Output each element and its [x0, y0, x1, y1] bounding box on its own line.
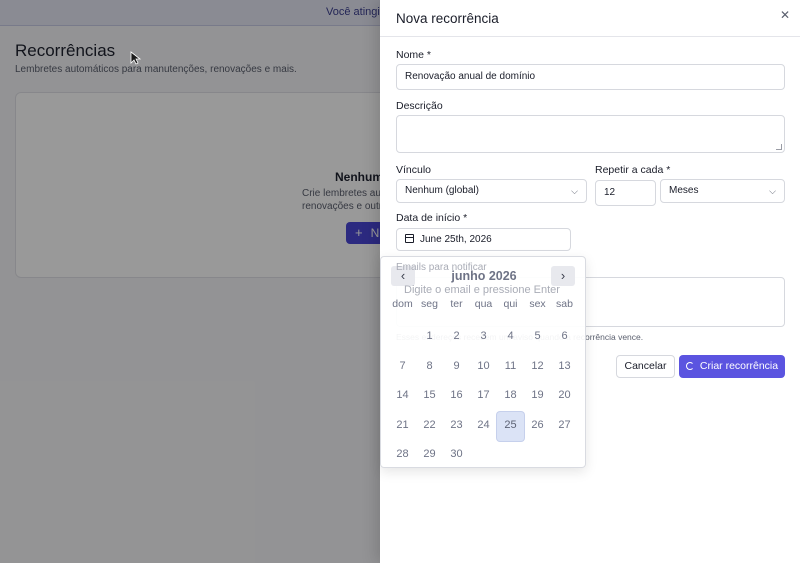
weekday-label: qua — [474, 298, 493, 310]
calendar-icon — [405, 234, 414, 243]
calendar-day[interactable]: 24 — [470, 412, 497, 442]
calendar-day[interactable]: 20 — [551, 382, 578, 412]
calendar-day[interactable]: 28 — [389, 441, 416, 471]
calendar-grid: dom seg ter qua qui sex sab 1 2 3 4 5 6 … — [389, 297, 578, 471]
calendar-day[interactable]: 4 — [497, 323, 524, 353]
calendar-day[interactable]: 13 — [551, 353, 578, 383]
emails-placeholder: Digite o email e pressione Enter — [404, 284, 560, 296]
calendar-day — [551, 441, 578, 471]
calendar-day — [389, 323, 416, 353]
weekday-label: dom — [392, 298, 413, 310]
calendar-day[interactable]: 19 — [524, 382, 551, 412]
calendar-day[interactable]: 14 — [389, 382, 416, 412]
calendar-day — [497, 441, 524, 471]
calendar-week: 28 29 30 — [389, 441, 578, 471]
link-select[interactable]: Nenhum (global) ⌵ — [396, 179, 587, 203]
calendar-day[interactable]: 15 — [416, 382, 443, 412]
header-divider — [380, 36, 800, 37]
weekday-label: qui — [503, 298, 518, 310]
calendar-day[interactable]: 29 — [416, 441, 443, 471]
calendar-day — [524, 441, 551, 471]
start-date-button[interactable]: June 25th, 2026 — [396, 228, 571, 251]
calendar-day[interactable]: 2 — [443, 323, 470, 353]
calendar-day[interactable]: 5 — [524, 323, 551, 353]
cancel-button[interactable]: Cancelar — [616, 355, 675, 378]
repeat-count-input[interactable]: 12 — [595, 180, 656, 206]
calendar-week: 1 2 3 4 5 6 — [389, 323, 578, 353]
description-textarea[interactable] — [396, 115, 785, 153]
calendar-day[interactable]: 3 — [470, 323, 497, 353]
calendar-day[interactable]: 9 — [443, 353, 470, 383]
start-date-label: Data de início * — [396, 212, 468, 224]
calendar-day[interactable]: 12 — [524, 353, 551, 383]
chevron-down-icon: ⌵ — [571, 186, 578, 196]
link-select-value: Nenhum (global) — [405, 185, 479, 196]
weekday-header: dom seg ter qua qui sex sab — [389, 297, 578, 313]
mouse-cursor-icon — [130, 51, 142, 65]
start-date-value: June 25th, 2026 — [420, 234, 492, 245]
calendar-day[interactable]: 11 — [497, 353, 524, 383]
chevron-down-icon: ⌵ — [769, 186, 776, 196]
emails-label: Emails para notificar — [396, 262, 487, 273]
calendar-day[interactable]: 16 — [443, 382, 470, 412]
repeat-unit-select[interactable]: Meses ⌵ — [660, 179, 785, 203]
name-input[interactable]: Renovação anual de domínio — [396, 64, 785, 90]
close-icon[interactable]: ✕ — [778, 8, 792, 22]
repeat-unit-value: Meses — [669, 185, 699, 196]
calendar-day[interactable]: 23 — [443, 412, 470, 442]
calendar-day[interactable]: 8 — [416, 353, 443, 383]
weekday-label: sab — [556, 298, 573, 310]
calendar-week: 7 8 9 10 11 12 13 — [389, 353, 578, 383]
drawer-title: Nova recorrência — [396, 11, 499, 26]
create-recurrence-label: Criar recorrência — [699, 360, 779, 372]
calendar-day[interactable]: 30 — [443, 441, 470, 471]
calendar-day[interactable]: 1 — [416, 323, 443, 353]
calendar-spacer — [389, 313, 578, 323]
calendar-day[interactable]: 10 — [470, 353, 497, 383]
repeat-label: Repetir a cada * — [595, 164, 671, 176]
calendar-day[interactable]: 21 — [389, 412, 416, 442]
calendar-day[interactable]: 22 — [416, 412, 443, 442]
loading-spinner-icon — [685, 362, 694, 370]
calendar-day[interactable]: 6 — [551, 323, 578, 353]
calendar-day[interactable]: 18 — [497, 382, 524, 412]
weekday-label: sex — [529, 298, 546, 310]
calendar-day[interactable]: 27 — [551, 412, 578, 442]
calendar-day-selected[interactable]: 25 — [497, 411, 524, 441]
create-recurrence-button[interactable]: Criar recorrência — [679, 355, 785, 378]
chevron-right-icon[interactable]: › — [551, 266, 575, 286]
description-label: Descrição — [396, 100, 443, 112]
calendar-week: 14 15 16 17 18 19 20 — [389, 382, 578, 412]
calendar-day[interactable]: 7 — [389, 353, 416, 383]
link-label: Vínculo — [396, 164, 432, 176]
name-label: Nome * — [396, 49, 432, 61]
calendar-day — [470, 441, 497, 471]
weekday-label: seg — [421, 298, 438, 310]
weekday-label: ter — [450, 298, 463, 310]
calendar-day[interactable]: 26 — [524, 412, 551, 442]
resize-handle-icon[interactable] — [776, 144, 782, 150]
calendar-day[interactable]: 17 — [470, 382, 497, 412]
calendar-week: 21 22 23 24 25 26 27 — [389, 411, 578, 442]
